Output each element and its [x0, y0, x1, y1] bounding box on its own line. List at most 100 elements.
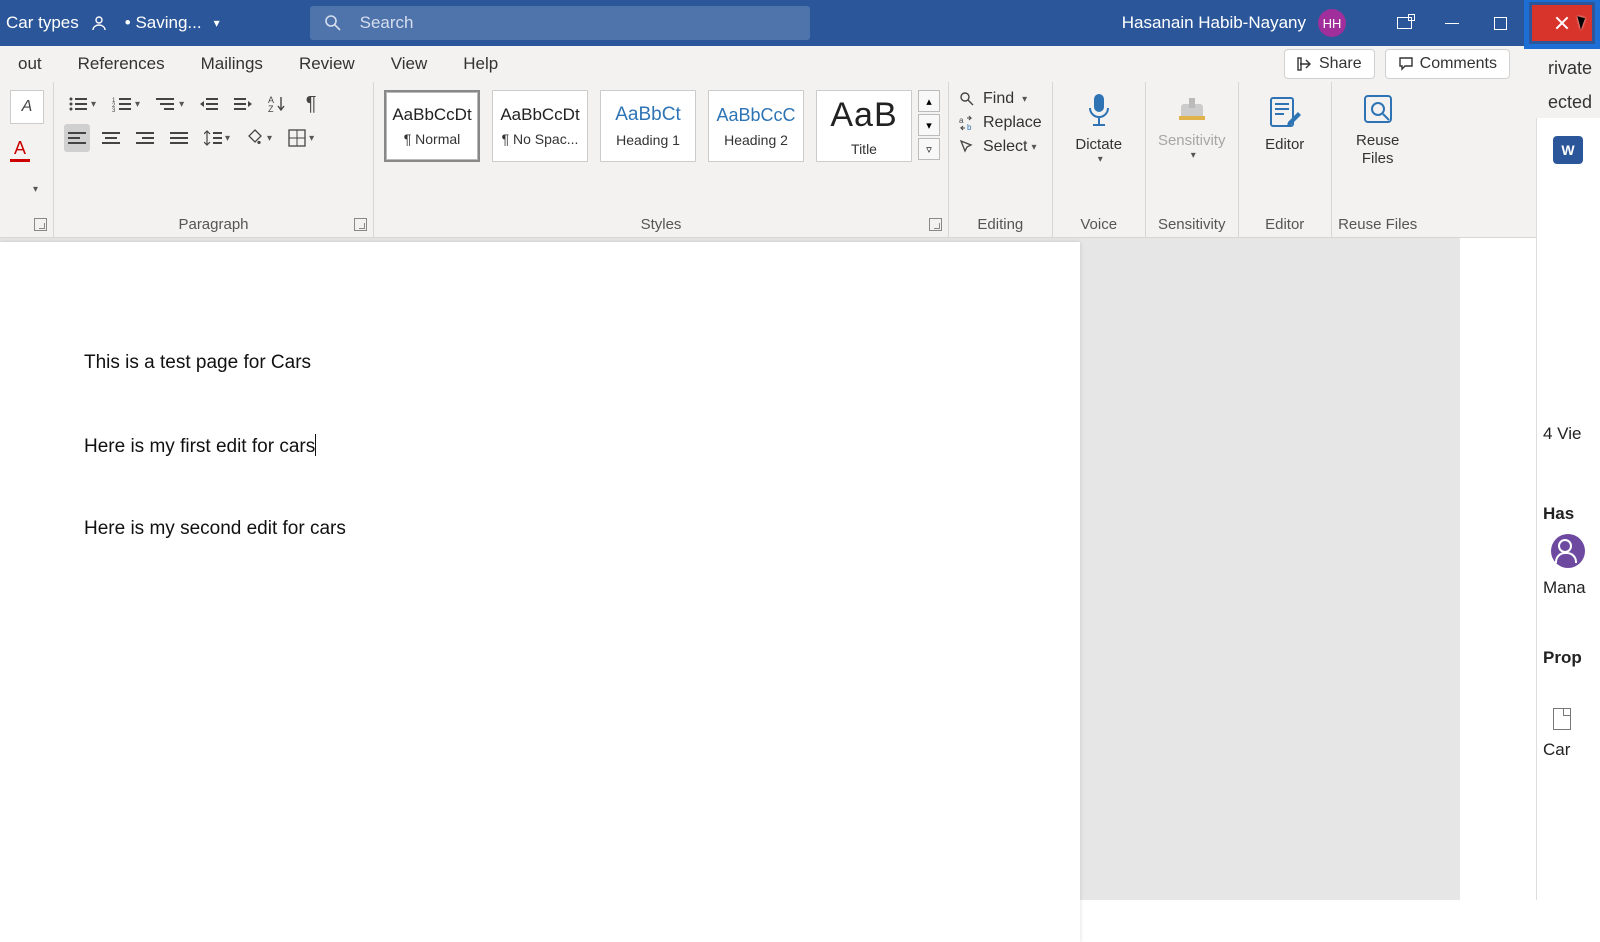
- font-color-chevron-icon[interactable]: ▾: [33, 184, 38, 195]
- svg-text:Z: Z: [268, 104, 274, 113]
- ribbon-tabs: out References Mailings Review View Help…: [0, 46, 1600, 82]
- align-center-button[interactable]: [98, 124, 124, 152]
- style-title[interactable]: AaB Title: [816, 90, 912, 162]
- shading-button[interactable]: ▾: [242, 124, 276, 152]
- reuse-files-group-label: Reuse Files: [1332, 216, 1424, 233]
- font-color-button[interactable]: A: [10, 138, 30, 162]
- justify-button[interactable]: [166, 124, 192, 152]
- maximize-button[interactable]: [1476, 0, 1524, 46]
- clipped-views: 4 Vie: [1543, 424, 1594, 444]
- svg-text:3: 3: [112, 108, 116, 112]
- align-right-button[interactable]: [132, 124, 158, 152]
- bullets-button[interactable]: ▾: [64, 90, 100, 118]
- right-side-panel-clipped: W 4 Vie Has Mana Prop Car: [1536, 118, 1600, 900]
- replace-button[interactable]: ab Replace: [959, 114, 1042, 132]
- paragraph-2[interactable]: Here is my first edit for cars: [84, 434, 1080, 458]
- minimize-button[interactable]: [1428, 0, 1476, 46]
- editor-group: Editor Editor: [1239, 82, 1332, 237]
- person-avatar-icon: [1551, 534, 1585, 568]
- sort-button[interactable]: AZ: [264, 90, 290, 118]
- share-button[interactable]: Share: [1284, 49, 1375, 79]
- editing-group: Find▾ ab Replace Select▾ Editing: [949, 82, 1053, 237]
- word-app-icon[interactable]: W: [1553, 136, 1583, 164]
- style-heading-2[interactable]: AaBbCcC Heading 2: [708, 90, 804, 162]
- svg-text:b: b: [967, 123, 972, 131]
- save-status-dropdown-icon[interactable]: ▾: [214, 16, 220, 30]
- styles-scroll-down[interactable]: ▾: [918, 114, 940, 136]
- numbering-button[interactable]: 123▾: [108, 90, 144, 118]
- ribbon-display-options[interactable]: [1380, 0, 1428, 46]
- paragraph-1[interactable]: This is a test page for Cars: [84, 352, 1080, 374]
- clipped-properties: Prop: [1543, 648, 1594, 668]
- reuse-files-group: ReuseFiles Reuse Files: [1332, 82, 1424, 237]
- multilevel-list-button[interactable]: ▾: [152, 90, 188, 118]
- presence-icon[interactable]: [91, 15, 107, 31]
- show-paragraph-marks-button[interactable]: ¶: [298, 90, 324, 118]
- close-button[interactable]: [1532, 5, 1592, 41]
- voice-group-label: Voice: [1053, 216, 1145, 233]
- decrease-indent-button[interactable]: [196, 90, 222, 118]
- account-name[interactable]: Hasanain Habib-Nayany: [1122, 13, 1306, 33]
- comments-label: Comments: [1420, 55, 1497, 73]
- paragraph-dialog-launcher[interactable]: [354, 218, 367, 231]
- editor-group-label: Editor: [1239, 216, 1331, 233]
- sensitivity-group-label: Sensitivity: [1146, 216, 1238, 233]
- comments-button[interactable]: Comments: [1385, 49, 1510, 79]
- reuse-files-button[interactable]: ReuseFiles: [1342, 90, 1414, 168]
- voice-group: Dictate▾ Voice: [1053, 82, 1146, 237]
- search-icon: [324, 14, 342, 32]
- style-normal[interactable]: AaBbCcDt ¶ Normal: [384, 90, 480, 162]
- clipped-has-access: Has: [1543, 504, 1594, 524]
- borders-button[interactable]: ▾: [284, 124, 318, 152]
- paragraph-3[interactable]: Here is my second edit for cars: [84, 518, 1080, 540]
- clipped-text-private: rivate: [1540, 50, 1600, 86]
- search-input[interactable]: Search: [310, 6, 810, 40]
- svg-text:a: a: [959, 116, 964, 125]
- find-button[interactable]: Find▾: [959, 90, 1042, 108]
- share-label: Share: [1319, 55, 1362, 73]
- tab-view[interactable]: View: [373, 46, 446, 82]
- tab-mailings[interactable]: Mailings: [183, 46, 281, 82]
- increase-indent-button[interactable]: [230, 90, 256, 118]
- tab-review[interactable]: Review: [281, 46, 373, 82]
- sensitivity-button: Sensitivity▾: [1156, 90, 1228, 161]
- text-caret: [315, 434, 316, 456]
- editing-group-label: Editing: [949, 216, 1052, 233]
- clipped-car: Car: [1543, 740, 1594, 760]
- styles-gallery-expand[interactable]: ▿: [918, 138, 940, 160]
- dictate-button[interactable]: Dictate▾: [1063, 90, 1135, 165]
- document-page[interactable]: This is a test page for Cars Here is my …: [0, 242, 1080, 942]
- title-bar: Car types Saving... ▾ Search Hasanain Ha…: [0, 0, 1600, 46]
- tab-help[interactable]: Help: [445, 46, 516, 82]
- account-avatar[interactable]: HH: [1318, 9, 1346, 37]
- mouse-cursor-icon: [1577, 14, 1587, 29]
- tab-references[interactable]: References: [60, 46, 183, 82]
- close-icon: [1554, 15, 1570, 31]
- line-spacing-button[interactable]: ▾: [200, 124, 234, 152]
- style-no-spacing[interactable]: AaBbCcDt ¶ No Spac...: [492, 90, 588, 162]
- search-placeholder: Search: [360, 13, 414, 33]
- styles-group: AaBbCcDt ¶ Normal AaBbCcDt ¶ No Spac... …: [374, 82, 949, 237]
- clipped-text-protected: ected: [1540, 92, 1600, 113]
- sensitivity-group: Sensitivity▾ Sensitivity: [1146, 82, 1239, 237]
- font-group-clipped: A A ▾: [0, 82, 54, 237]
- close-button-highlight: [1524, 0, 1600, 49]
- document-canvas[interactable]: This is a test page for Cars Here is my …: [0, 238, 1460, 900]
- clipped-manage[interactable]: Mana: [1543, 578, 1594, 598]
- style-heading-1[interactable]: AaBbCt Heading 1: [600, 90, 696, 162]
- font-dialog-launcher[interactable]: [34, 218, 47, 231]
- styles-gallery-scroll: ▴ ▾ ▿: [918, 90, 940, 162]
- paragraph-group-label: Paragraph: [54, 216, 373, 233]
- tab-layout[interactable]: out: [0, 46, 60, 82]
- save-status: Saving...: [125, 13, 202, 33]
- document-icon: [1553, 708, 1571, 730]
- editor-button[interactable]: Editor: [1249, 90, 1321, 154]
- document-name: Car types: [6, 13, 79, 33]
- select-button[interactable]: Select▾: [959, 138, 1042, 156]
- clear-formatting-button[interactable]: A: [10, 90, 44, 124]
- align-left-button[interactable]: [64, 124, 90, 152]
- paragraph-group: ▾ 123▾ ▾ AZ ¶ ▾ ▾ ▾: [54, 82, 374, 237]
- styles-scroll-up[interactable]: ▴: [918, 90, 940, 112]
- styles-group-label: Styles: [374, 216, 948, 233]
- styles-dialog-launcher[interactable]: [929, 218, 942, 231]
